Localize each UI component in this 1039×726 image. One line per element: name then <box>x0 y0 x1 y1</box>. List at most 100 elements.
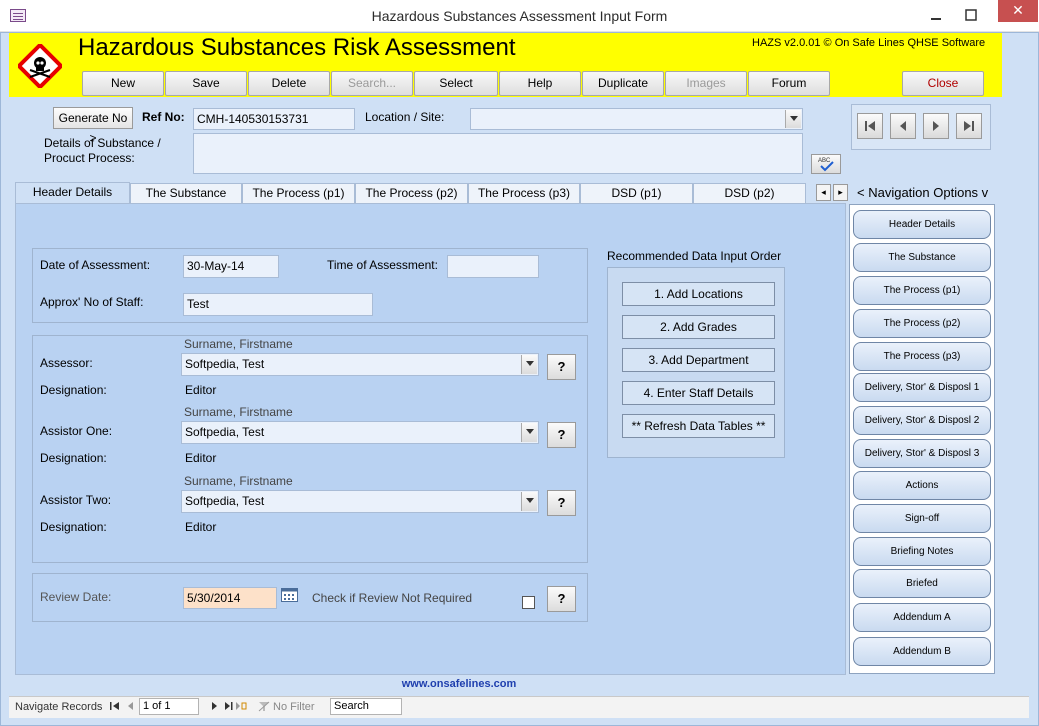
nav-delivery-3[interactable]: Delivery, Stor' & Disposl 3 <box>853 439 991 468</box>
time-of-assessment-field[interactable] <box>447 255 539 278</box>
tab-dsd-p2[interactable]: DSD (p2) <box>693 183 806 204</box>
nav-sign-off[interactable]: Sign-off <box>853 504 991 533</box>
recommended-title: Recommended Data Input Order <box>607 249 782 263</box>
last-record-button[interactable] <box>956 113 982 139</box>
footer-website-link[interactable]: www.onsafelines.com <box>0 678 918 690</box>
close-button[interactable]: Close <box>902 71 984 96</box>
review-date-field[interactable]: 5/30/2014 <box>183 587 277 609</box>
nav-the-substance[interactable]: The Substance <box>853 243 991 272</box>
prev-record-icon <box>900 121 906 131</box>
tab-process-p1[interactable]: The Process (p1) <box>242 183 355 204</box>
first-record-nav-icon[interactable] <box>110 701 120 714</box>
filter-icon[interactable] <box>258 701 270 715</box>
details-field[interactable] <box>193 133 803 174</box>
window-close-button[interactable]: ✕ <box>998 0 1038 22</box>
assistor-one-help-button[interactable]: ? <box>547 422 576 448</box>
assistor-one-value: Softpedia, Test <box>185 425 265 439</box>
last-record-nav-icon[interactable] <box>224 701 234 714</box>
details-label-line1: Details of Substance / <box>44 136 161 150</box>
status-search-input[interactable]: Search <box>330 698 402 715</box>
tab-process-p2[interactable]: The Process (p2) <box>355 183 468 204</box>
prev-record-button[interactable] <box>890 113 916 139</box>
nav-delivery-2[interactable]: Delivery, Stor' & Disposl 2 <box>853 406 991 435</box>
tab-scroll-left-icon[interactable]: ◂ <box>816 184 831 201</box>
assistor-two-select[interactable]: Softpedia, Test <box>181 490 539 513</box>
duplicate-button[interactable]: Duplicate <box>582 71 664 96</box>
navigation-options-title: < Navigation Options v <box>857 185 989 200</box>
date-of-assessment-field[interactable]: 30-May-14 <box>183 255 279 278</box>
help-button[interactable]: Help <box>499 71 581 96</box>
images-button[interactable]: Images <box>665 71 747 96</box>
next-record-button[interactable] <box>923 113 949 139</box>
nav-briefing-notes[interactable]: Briefing Notes <box>853 537 991 566</box>
assistor-one-hint: Surname, Firstname <box>184 405 293 419</box>
refresh-data-tables-button[interactable]: ** Refresh Data Tables ** <box>622 414 775 438</box>
window-title: Hazardous Substances Assessment Input Fo… <box>371 8 668 24</box>
assistor-two-designation-value: Editor <box>185 520 217 534</box>
tab-the-substance[interactable]: The Substance <box>130 183 242 204</box>
nav-header-details[interactable]: Header Details <box>853 210 991 239</box>
assistor-one-label: Assistor One: <box>40 424 113 438</box>
review-date-label: Review Date: <box>40 590 112 604</box>
nav-process-p3[interactable]: The Process (p3) <box>853 342 991 371</box>
minimize-icon[interactable] <box>920 1 952 29</box>
review-not-required-checkbox[interactable] <box>522 596 535 609</box>
tab-process-p3[interactable]: The Process (p3) <box>468 183 580 204</box>
nav-actions[interactable]: Actions <box>853 471 991 500</box>
nav-briefed[interactable]: Briefed <box>853 569 991 598</box>
assessor-select[interactable]: Softpedia, Test <box>181 353 539 376</box>
chevron-down-icon[interactable] <box>785 110 801 128</box>
tab-header-details[interactable]: Header Details <box>15 182 130 204</box>
review-group <box>32 573 588 622</box>
assistor-one-designation-value: Editor <box>185 451 217 465</box>
tab-scroll-right-icon[interactable]: ▸ <box>833 184 848 201</box>
ref-no-label: Ref No: <box>142 110 185 124</box>
new-button[interactable]: New <box>82 71 164 96</box>
no-filter-label[interactable]: No Filter <box>273 701 315 713</box>
assistor-two-label: Assistor Two: <box>40 493 112 507</box>
nav-addendum-a[interactable]: Addendum A <box>853 603 991 632</box>
enter-staff-details-button[interactable]: 4. Enter Staff Details <box>622 381 775 405</box>
assistor-one-select[interactable]: Softpedia, Test <box>181 421 539 444</box>
version-text: HAZS v2.0.01 © On Safe Lines QHSE Softwa… <box>752 37 986 49</box>
next-record-nav-icon[interactable] <box>210 701 220 714</box>
tab-dsd-p1[interactable]: DSD (p1) <box>580 183 693 204</box>
add-grades-button[interactable]: 2. Add Grades <box>622 315 775 339</box>
select-button[interactable]: Select <box>414 71 498 96</box>
location-label: Location / Site: <box>365 110 445 124</box>
chevron-down-icon[interactable] <box>521 355 537 374</box>
assistor-one-designation-label: Designation: <box>40 451 107 465</box>
forum-button[interactable]: Forum <box>748 71 830 96</box>
assistor-two-help-button[interactable]: ? <box>547 490 576 516</box>
maximize-icon[interactable] <box>955 1 987 29</box>
ref-no-field[interactable]: CMH-140530153731 <box>193 108 355 130</box>
chevron-down-icon[interactable] <box>521 492 537 511</box>
delete-button[interactable]: Delete <box>248 71 330 96</box>
calendar-icon[interactable] <box>281 587 299 603</box>
add-locations-button[interactable]: 1. Add Locations <box>622 282 775 306</box>
spellcheck-button[interactable]: ABC <box>811 154 841 174</box>
approx-staff-field[interactable]: Test <box>183 293 373 316</box>
record-position-field[interactable]: 1 of 1 <box>139 698 199 715</box>
app-title: Hazardous Substances Risk Assessment <box>78 34 516 61</box>
search-button[interactable]: Search... <box>331 71 413 96</box>
assessor-help-button[interactable]: ? <box>547 354 576 380</box>
location-select[interactable] <box>470 108 803 130</box>
add-department-button[interactable]: 3. Add Department <box>622 348 775 372</box>
save-button[interactable]: Save <box>165 71 247 96</box>
first-record-button[interactable] <box>857 113 883 139</box>
chevron-down-icon[interactable] <box>521 423 537 442</box>
new-record-nav-icon[interactable] <box>235 701 247 714</box>
details-label-line2: Procuct Process: <box>44 151 135 165</box>
navigate-records-label: Navigate Records <box>15 701 103 713</box>
assistor-two-designation-label: Designation: <box>40 520 107 534</box>
review-help-button[interactable]: ? <box>547 586 576 612</box>
nav-addendum-b[interactable]: Addendum B <box>853 637 991 666</box>
nav-process-p2[interactable]: The Process (p2) <box>853 309 991 338</box>
assessor-designation-value: Editor <box>185 383 217 397</box>
assessor-value: Softpedia, Test <box>185 357 265 371</box>
generate-number-button[interactable]: Generate No > <box>53 107 133 145</box>
nav-delivery-1[interactable]: Delivery, Stor' & Disposl 1 <box>853 373 991 402</box>
nav-process-p1[interactable]: The Process (p1) <box>853 276 991 305</box>
prev-record-nav-icon[interactable] <box>126 701 136 714</box>
